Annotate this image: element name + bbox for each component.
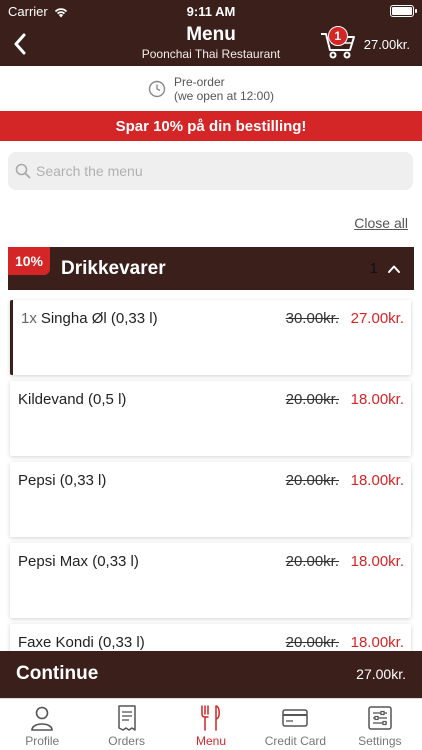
item-old-price: 20.00kr. bbox=[285, 553, 339, 570]
person-icon bbox=[31, 706, 54, 731]
tab-settings[interactable]: Settings bbox=[338, 699, 422, 750]
status-bar: Carrier 9:11 AM bbox=[0, 4, 422, 20]
item-price: 18.00kr. bbox=[350, 634, 404, 651]
tab-label: Credit Card bbox=[264, 734, 327, 748]
item-price: 18.00kr. bbox=[350, 472, 404, 489]
continue-label: Continue bbox=[16, 663, 99, 684]
credit-card-icon bbox=[282, 709, 309, 727]
cart-total: 27.00kr. bbox=[363, 36, 410, 52]
item-old-price: 20.00kr. bbox=[285, 634, 339, 651]
item-name: Kildevand (0,5 l) bbox=[18, 391, 127, 408]
cart-button[interactable]: 1 27.00kr. bbox=[320, 26, 410, 60]
item-price: 18.00kr. bbox=[350, 391, 404, 408]
fork-knife-icon bbox=[201, 705, 220, 731]
tab-credit-card[interactable]: Credit Card bbox=[253, 699, 337, 750]
chevron-up-icon bbox=[388, 265, 400, 273]
category-count: 1 bbox=[369, 260, 378, 277]
status-time: 9:11 AM bbox=[186, 4, 236, 19]
sliders-icon bbox=[368, 706, 392, 730]
search-icon bbox=[15, 163, 31, 179]
tab-menu[interactable]: Menu bbox=[169, 699, 253, 750]
item-name: Singha Øl (0,33 l) bbox=[40, 310, 158, 327]
bottom-tab-bar: Profile Orders Menu Credit Card Settings bbox=[0, 698, 422, 750]
preorder-line2: (we open at 12:00) bbox=[173, 88, 275, 103]
item-old-price: 20.00kr. bbox=[285, 472, 339, 489]
item-name: Pepsi Max (0,33 l) bbox=[18, 553, 139, 570]
menu-item[interactable]: Pepsi (0,33 l) 20.00kr. 18.00kr. bbox=[10, 462, 411, 537]
tab-label: Orders bbox=[108, 734, 145, 748]
menu-item[interactable]: Kildevand (0,5 l) 20.00kr. 18.00kr. bbox=[10, 381, 411, 456]
close-all-link[interactable]: Close all bbox=[354, 215, 408, 231]
preorder-text: Pre-order (we open at 12:00) bbox=[174, 75, 274, 103]
continue-total: 27.00kr. bbox=[356, 666, 406, 682]
discount-badge: 10% bbox=[8, 247, 50, 275]
item-name: Faxe Kondi (0,33 l) bbox=[18, 634, 145, 651]
tab-orders[interactable]: Orders bbox=[84, 699, 168, 750]
tab-label: Profile bbox=[25, 734, 60, 748]
item-price: 27.00kr. bbox=[350, 310, 404, 327]
category-header-drikkevarer[interactable]: 10% Drikkevarer 1 bbox=[8, 247, 414, 290]
category-name: Drikkevarer bbox=[61, 258, 166, 279]
clock-icon bbox=[148, 80, 166, 97]
search-input[interactable] bbox=[36, 163, 396, 179]
cart-icon-wrap: 1 bbox=[320, 26, 356, 60]
item-name-row: 1x Singha Øl (0,33 l) bbox=[21, 310, 158, 327]
tab-profile[interactable]: Profile bbox=[0, 699, 84, 750]
promo-banner: Spar 10% på din bestilling! bbox=[0, 111, 422, 141]
app-header: Carrier 9:11 AM Menu Poonchai Thai Resta… bbox=[0, 0, 422, 66]
item-name: Pepsi (0,33 l) bbox=[18, 472, 107, 489]
cart-count-badge: 1 bbox=[327, 26, 348, 46]
preorder-notice: Pre-order (we open at 12:00) bbox=[0, 66, 422, 111]
continue-button[interactable]: Continue 27.00kr. bbox=[0, 651, 422, 698]
tab-label: Menu bbox=[196, 734, 227, 748]
menu-item[interactable]: 1x Singha Øl (0,33 l) 30.00kr. 27.00kr. bbox=[10, 300, 411, 375]
receipt-icon bbox=[117, 705, 136, 731]
search-bar[interactable] bbox=[8, 152, 413, 190]
tab-label: Settings bbox=[358, 734, 402, 748]
item-old-price: 30.00kr. bbox=[285, 310, 339, 327]
menu-item[interactable]: Pepsi Max (0,33 l) 20.00kr. 18.00kr. bbox=[10, 543, 411, 618]
item-price: 18.00kr. bbox=[350, 553, 404, 570]
battery-icon bbox=[390, 5, 417, 17]
preorder-line1: Pre-order bbox=[173, 74, 225, 89]
item-old-price: 20.00kr. bbox=[285, 391, 339, 408]
item-qty: 1x bbox=[21, 310, 37, 327]
